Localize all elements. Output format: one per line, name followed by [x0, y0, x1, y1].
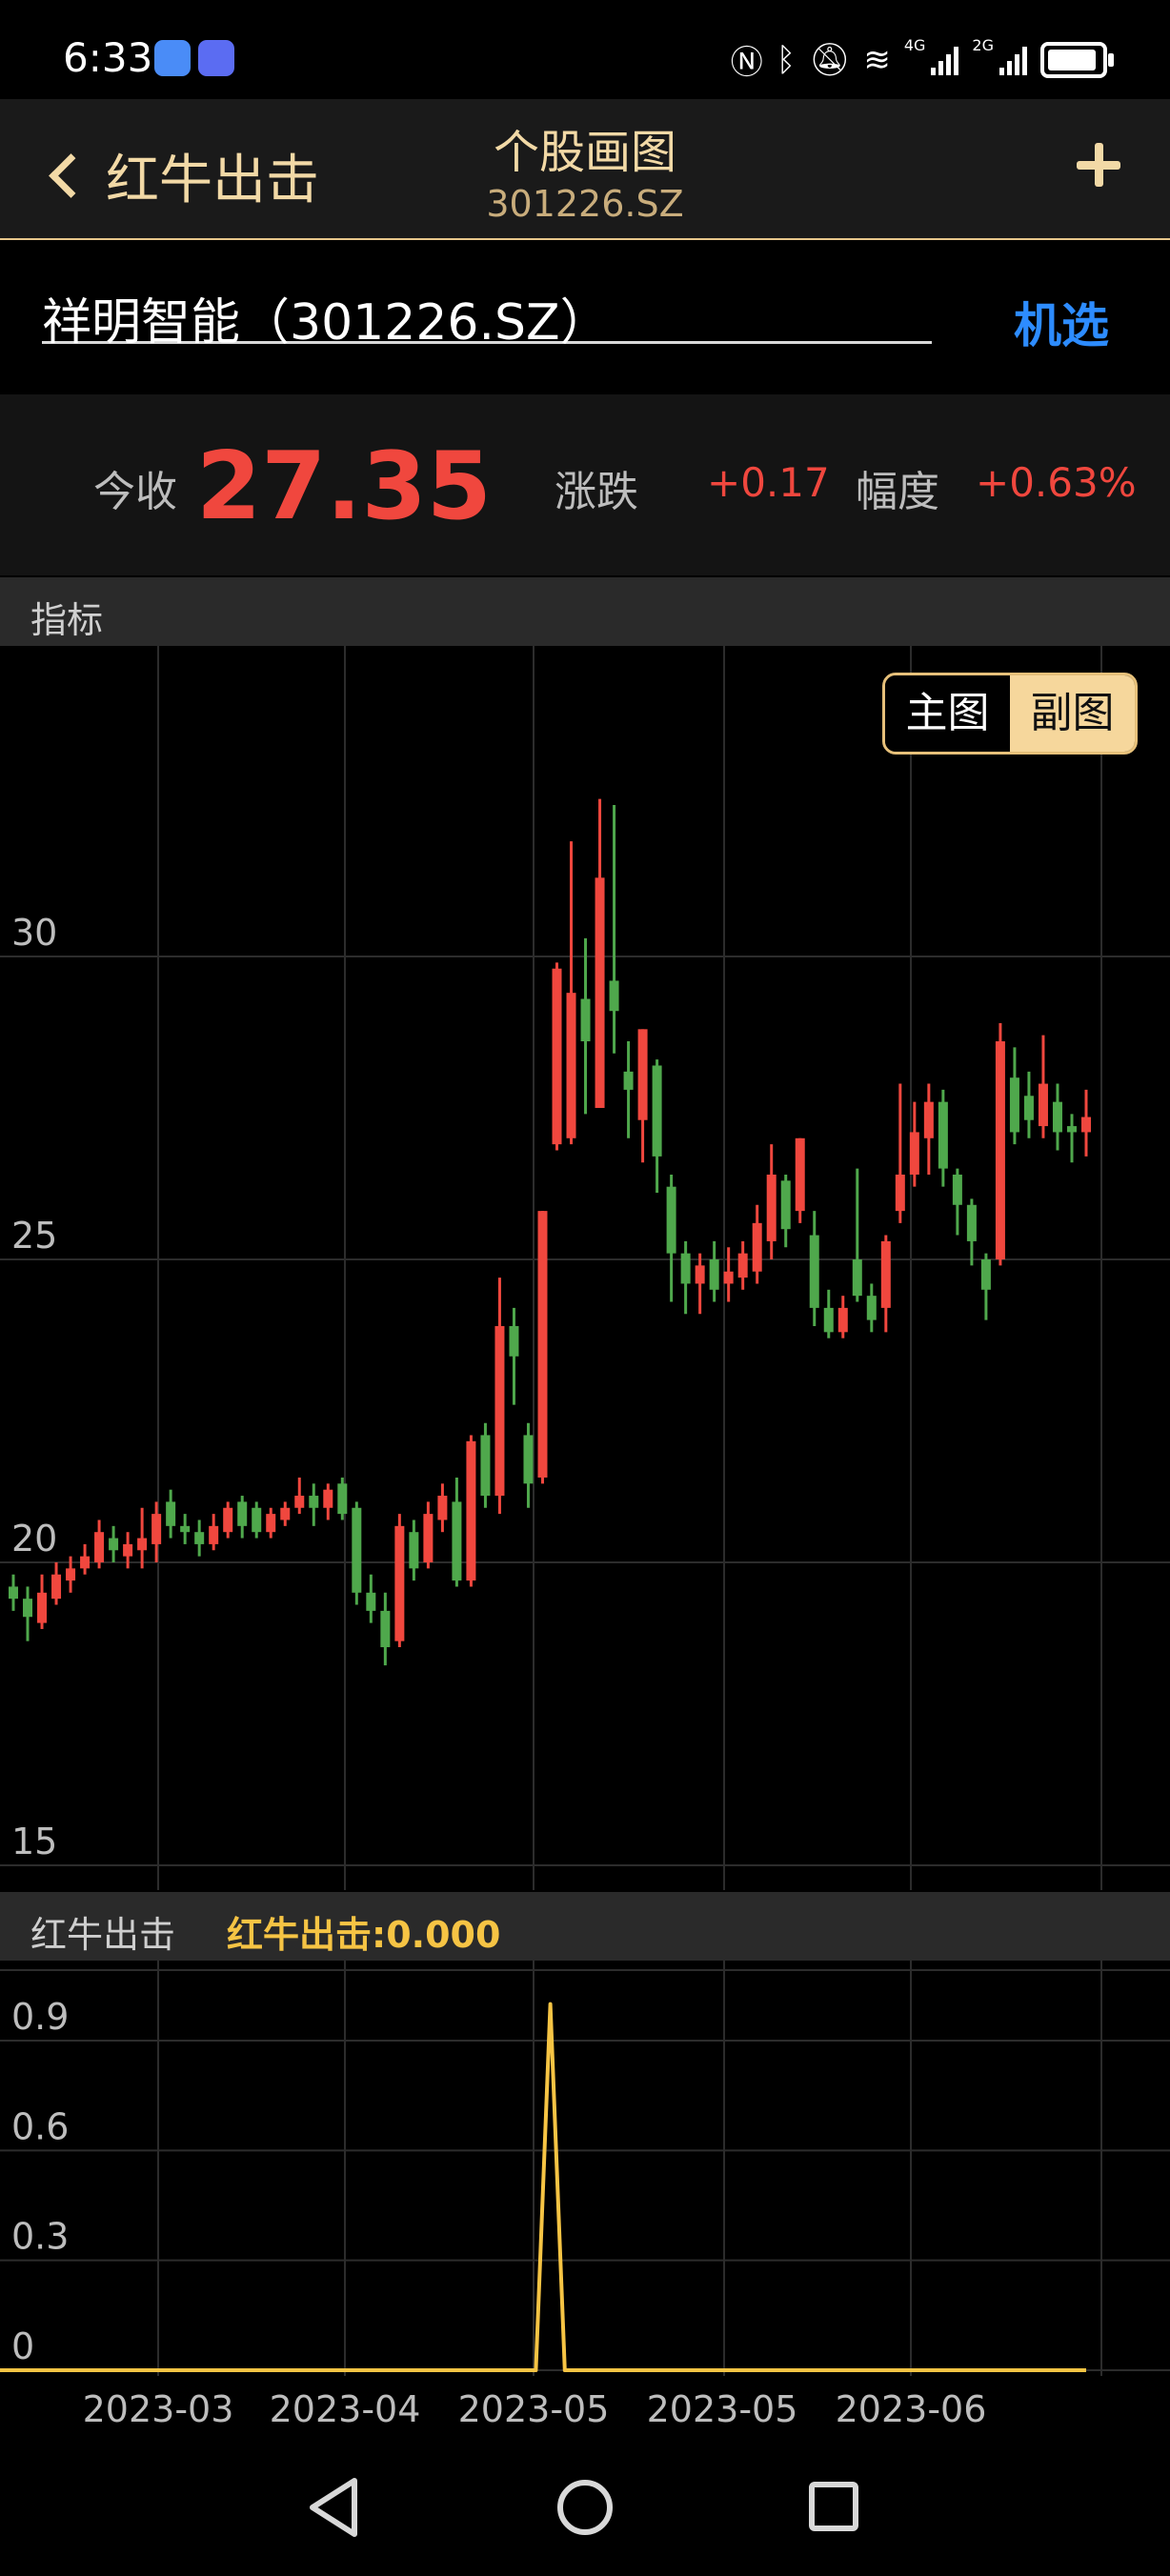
- home-nav-icon[interactable]: [557, 2480, 613, 2535]
- x-tick-label: 2023-05: [458, 2388, 610, 2430]
- ind-y-tick: 0.6: [11, 2105, 69, 2147]
- x-tick-label: 2023-05: [647, 2388, 798, 2430]
- ind-y-tick: 0: [11, 2325, 34, 2367]
- indicator-line-chart: 0.9 0.6 0.3 0 2023-03 2023-04 2023-05 2023-05 20…: [0, 1961, 1170, 2430]
- x-tick-label: 2023-03: [83, 2388, 234, 2430]
- system-nav-bar: [0, 2439, 1170, 2572]
- indicator-series-line: [0, 2002, 1086, 2372]
- ind-y-tick: 0.3: [11, 2216, 69, 2258]
- back-nav-icon[interactable]: [310, 2478, 357, 2537]
- x-tick-label: 2023-06: [836, 2388, 987, 2430]
- recents-nav-icon[interactable]: [809, 2482, 858, 2531]
- x-tick-label: 2023-04: [270, 2388, 421, 2430]
- ind-y-tick: 0.9: [11, 1996, 69, 2038]
